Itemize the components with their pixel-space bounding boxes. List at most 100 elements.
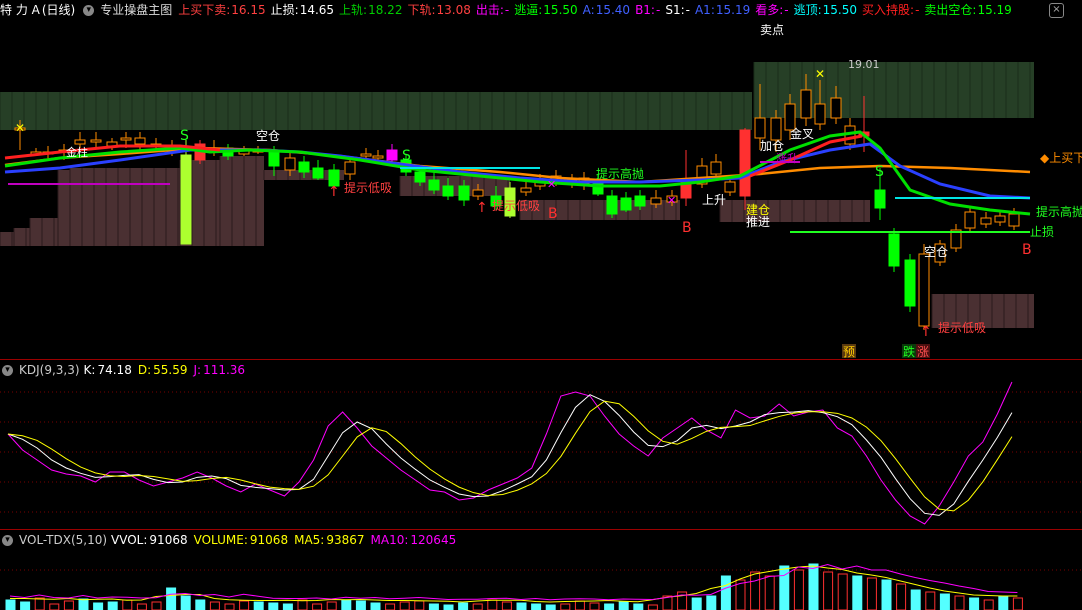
volume-bar [750, 571, 761, 610]
volume-bar [5, 599, 16, 610]
volume-chart[interactable] [0, 530, 1082, 610]
vol-ma10-line [9, 563, 1018, 601]
hint-low-buy-label: 提示低吸 [492, 198, 540, 213]
candle-body [830, 97, 842, 119]
volume-bar [78, 598, 89, 610]
empty-position-label: 空仓 [924, 245, 948, 259]
volume-bar [1012, 597, 1023, 610]
candle-body [964, 211, 976, 229]
candle-body [904, 259, 916, 307]
cross-marker-icon: ✕ [547, 178, 556, 191]
hint-low-buy-label: 提示低吸 [938, 320, 986, 335]
up-buy-down-sell-label: ◆上买下卖 [1040, 151, 1082, 165]
volume-bar [896, 583, 907, 610]
volume-bar [618, 601, 629, 610]
candle-body [710, 161, 722, 175]
volume-bar [691, 597, 702, 610]
candle-body [606, 195, 618, 215]
volume-bar [793, 569, 804, 610]
volume-bar [881, 579, 892, 610]
volume-bar [969, 597, 980, 610]
candle-body [298, 161, 310, 173]
candle-body [770, 117, 782, 141]
candle-body [312, 167, 324, 179]
volume-bar [574, 600, 585, 610]
volume-bar [297, 599, 308, 610]
candle-body [724, 181, 736, 193]
candle-body [372, 155, 384, 159]
volume-bar [823, 571, 834, 610]
golden-cross-label: 金叉 [790, 126, 814, 141]
candle-body [814, 103, 826, 125]
volume-bar [209, 601, 220, 610]
volume-bar [472, 603, 483, 610]
volume-bar [399, 601, 410, 610]
volume-bar [837, 573, 848, 610]
volume-bar [458, 602, 469, 610]
volume-bar [268, 602, 279, 610]
resistance-band [0, 92, 752, 130]
s-mark: S [875, 164, 884, 180]
volume-bar [49, 603, 60, 610]
add-position-label: 加仓 [760, 139, 784, 153]
volume-bar [545, 604, 556, 610]
b-mark: B [548, 206, 558, 222]
volume-bar [341, 599, 352, 610]
b-mark: B [682, 220, 692, 236]
candle-body [472, 189, 484, 197]
kdj-chart[interactable] [0, 360, 1082, 530]
volume-bar [166, 587, 177, 610]
volume-bar [764, 575, 775, 610]
volume-bar [720, 575, 731, 610]
volume-bar [808, 563, 819, 610]
candle-body [428, 179, 440, 191]
volume-bar [224, 603, 235, 610]
volume-bar [428, 603, 439, 610]
candle-body [994, 215, 1006, 223]
volume-bar [954, 595, 965, 610]
support-band [70, 168, 180, 246]
volume-bar [998, 595, 1009, 610]
candlestick-chart[interactable]: 卖点19.01空仓空仓提示低吸提示低吸提示低吸提示高抛提示高抛◆上买下卖止损加仓… [0, 0, 1082, 360]
volume-bar [414, 600, 425, 610]
fall-tag: 跌 [903, 344, 915, 359]
support-band [58, 170, 70, 246]
volume-bar [63, 600, 74, 610]
candle-body [754, 117, 766, 139]
volume-panel: ▾ VOL-TDX(5,10) VVOL: 91068 VOLUME: 91068 MA5:… [0, 530, 1082, 610]
candle-body [74, 139, 86, 145]
b-mark: B [1022, 242, 1032, 258]
kdj-k-line [7, 394, 1013, 516]
volume-bar [779, 565, 790, 610]
candle-body [442, 185, 454, 197]
volume-bar [589, 602, 600, 610]
candle-body [90, 139, 102, 143]
volume-bar [560, 603, 571, 610]
pre-tag: 预 [843, 345, 855, 359]
empty-position-label: 空仓 [256, 129, 280, 143]
candle-body [458, 185, 470, 201]
cross-marker-icon: ✕ [815, 67, 825, 81]
sell-point-label: 卖点 [760, 23, 784, 37]
candle-body [386, 149, 398, 161]
candle-body [344, 161, 356, 175]
volume-bar [151, 601, 162, 610]
volume-bar [647, 604, 658, 610]
volume-bar [501, 601, 512, 610]
s-mark: S [402, 148, 411, 164]
volume-bar [852, 575, 863, 610]
candle-body [360, 153, 372, 157]
up-arrow-icon: ↑ [920, 324, 932, 340]
cross-marker-icon: ✕ [667, 194, 676, 207]
candle-body [180, 154, 192, 245]
hint-high-sell-label: 提示高抛 [1036, 204, 1082, 219]
support-band [720, 200, 870, 222]
volume-bar [282, 603, 293, 610]
high-price-label: 19.01 [848, 58, 880, 71]
candle-body [888, 233, 900, 267]
kdj-d-line [7, 400, 1013, 512]
volume-bar [604, 603, 615, 610]
candle-body [800, 89, 812, 119]
hint-low-buy-label: 提示低吸 [344, 180, 392, 195]
volume-bar [370, 602, 381, 610]
